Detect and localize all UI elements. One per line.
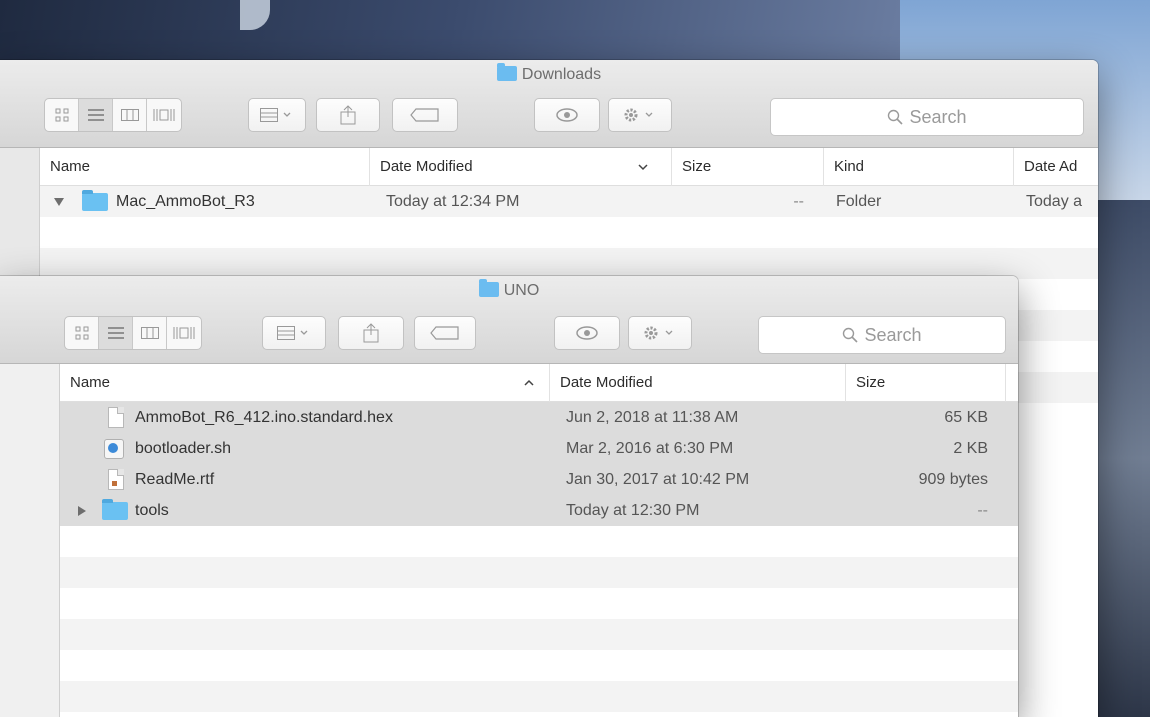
- chevron-down-icon: [54, 197, 64, 206]
- quick-look-button[interactable]: [534, 98, 600, 132]
- share-icon: [340, 105, 356, 125]
- uno-window-title: UNO: [0, 279, 1018, 300]
- file-date: Mar 2, 2016 at 6:30 PM: [566, 440, 734, 457]
- gear-icon: [624, 108, 653, 122]
- quick-look-button[interactable]: [554, 316, 620, 350]
- empty-row: [60, 526, 1018, 557]
- uno-search-field[interactable]: Search: [758, 316, 1006, 354]
- empty-row: [60, 588, 1018, 619]
- empty-row: [60, 681, 1018, 712]
- empty-row: [40, 217, 1098, 248]
- cover-flow-icon[interactable]: [147, 99, 181, 131]
- desktop-mountain-right: [1098, 200, 1150, 717]
- file-date: Today at 12:34 PM: [386, 193, 520, 210]
- action-button[interactable]: [628, 316, 692, 350]
- list-item[interactable]: tools Today at 12:30 PM --: [60, 495, 1018, 526]
- list-item[interactable]: bootloader.sh Mar 2, 2016 at 6:30 PM 2 K…: [60, 433, 1018, 464]
- disclosure-triangle[interactable]: [54, 186, 64, 217]
- list-view-icon[interactable]: [99, 317, 133, 349]
- arrange-icon: [277, 326, 308, 340]
- file-date: Today at 12:30 PM: [566, 502, 700, 519]
- eye-icon: [576, 326, 598, 340]
- finder-window-uno[interactable]: UNO Search Name Date Modified Size AmmoB…: [0, 276, 1018, 717]
- arrange-button[interactable]: [248, 98, 306, 132]
- column-view-icon[interactable]: [113, 99, 147, 131]
- file-date-added: Today a: [1026, 193, 1083, 210]
- document-icon: [108, 402, 124, 433]
- view-mode-segmented[interactable]: [44, 98, 182, 132]
- downloads-column-headers: Name Date Modified Size Kind Date Ad: [40, 148, 1098, 186]
- column-header-size[interactable]: Size: [846, 364, 1006, 402]
- search-placeholder: Search: [909, 106, 967, 127]
- cover-flow-icon[interactable]: [167, 317, 201, 349]
- search-placeholder: Search: [864, 324, 922, 345]
- share-icon: [363, 323, 379, 343]
- folder-icon: [82, 186, 108, 217]
- column-header-date-added[interactable]: Date Ad: [1014, 148, 1098, 186]
- file-date: Jan 30, 2017 at 10:42 PM: [566, 471, 750, 488]
- downloads-folder-icon: [496, 63, 517, 81]
- view-mode-segmented[interactable]: [64, 316, 202, 350]
- downloads-toolbar: Downloads Search: [0, 60, 1098, 148]
- file-date: Jun 2, 2018 at 11:38 AM: [566, 409, 739, 426]
- chevron-right-icon: [78, 505, 86, 516]
- column-header-size[interactable]: Size: [672, 148, 824, 186]
- share-button[interactable]: [316, 98, 380, 132]
- file-kind: Folder: [836, 193, 882, 210]
- tag-button[interactable]: [392, 98, 458, 132]
- file-name: Mac_AmmoBot_R3: [116, 193, 255, 210]
- sort-descending-icon: [638, 164, 648, 171]
- search-icon: [843, 327, 859, 343]
- arrange-icon: [260, 108, 291, 122]
- file-name: tools: [135, 502, 169, 519]
- empty-row: [60, 619, 1018, 650]
- file-name: AmmoBot_R6_412.ino.standard.hex: [135, 409, 393, 426]
- file-size: 909 bytes: [918, 471, 988, 488]
- gear-icon: [644, 326, 673, 340]
- icon-view-icon[interactable]: [65, 317, 99, 349]
- file-size: 65 KB: [944, 409, 988, 426]
- uno-column-headers: Name Date Modified Size: [60, 364, 1018, 402]
- list-item[interactable]: ReadMe.rtf Jan 30, 2017 at 10:42 PM 909 …: [60, 464, 1018, 495]
- downloads-search-field[interactable]: Search: [770, 98, 1084, 136]
- empty-row: [60, 557, 1018, 588]
- list-view-icon[interactable]: [79, 99, 113, 131]
- action-button[interactable]: [608, 98, 672, 132]
- empty-row: [60, 650, 1018, 681]
- disclosure-triangle[interactable]: [78, 495, 86, 526]
- folder-icon: [102, 495, 128, 526]
- downloads-window-title: Downloads: [0, 63, 1098, 84]
- column-header-kind[interactable]: Kind: [824, 148, 1014, 186]
- sort-ascending-icon: [524, 379, 534, 386]
- file-name: ReadMe.rtf: [135, 471, 215, 488]
- uno-toolbar: UNO Search: [0, 276, 1018, 364]
- file-size: 2 KB: [953, 440, 988, 457]
- empty-row: [40, 248, 1098, 279]
- column-header-name[interactable]: Name: [40, 148, 370, 186]
- tag-icon: [410, 108, 439, 122]
- list-item[interactable]: AmmoBot_R6_412.ino.standard.hex Jun 2, 2…: [60, 402, 1018, 433]
- rtf-document-icon: [108, 464, 124, 495]
- arrange-button[interactable]: [262, 316, 326, 350]
- desktop-mountain: [0, 0, 900, 60]
- tag-icon: [430, 326, 459, 340]
- file-name: bootloader.sh: [135, 440, 232, 457]
- icon-view-icon[interactable]: [45, 99, 79, 131]
- tag-button[interactable]: [414, 316, 476, 350]
- uno-folder-icon: [478, 279, 499, 297]
- file-size: --: [793, 193, 804, 210]
- share-button[interactable]: [338, 316, 404, 350]
- list-item[interactable]: Mac_AmmoBot_R3 Today at 12:34 PM -- Fold…: [40, 186, 1098, 217]
- column-view-icon[interactable]: [133, 317, 167, 349]
- uno-file-list[interactable]: AmmoBot_R6_412.ino.standard.hex Jun 2, 2…: [60, 402, 1018, 717]
- column-header-date-modified[interactable]: Date Modified: [370, 148, 672, 186]
- search-icon: [888, 109, 904, 125]
- column-header-name[interactable]: Name: [60, 364, 550, 402]
- file-size: --: [977, 502, 988, 519]
- eye-icon: [556, 108, 578, 122]
- column-header-date-modified[interactable]: Date Modified: [550, 364, 846, 402]
- shell-script-icon: [104, 433, 124, 464]
- uno-sidebar[interactable]: [0, 364, 60, 717]
